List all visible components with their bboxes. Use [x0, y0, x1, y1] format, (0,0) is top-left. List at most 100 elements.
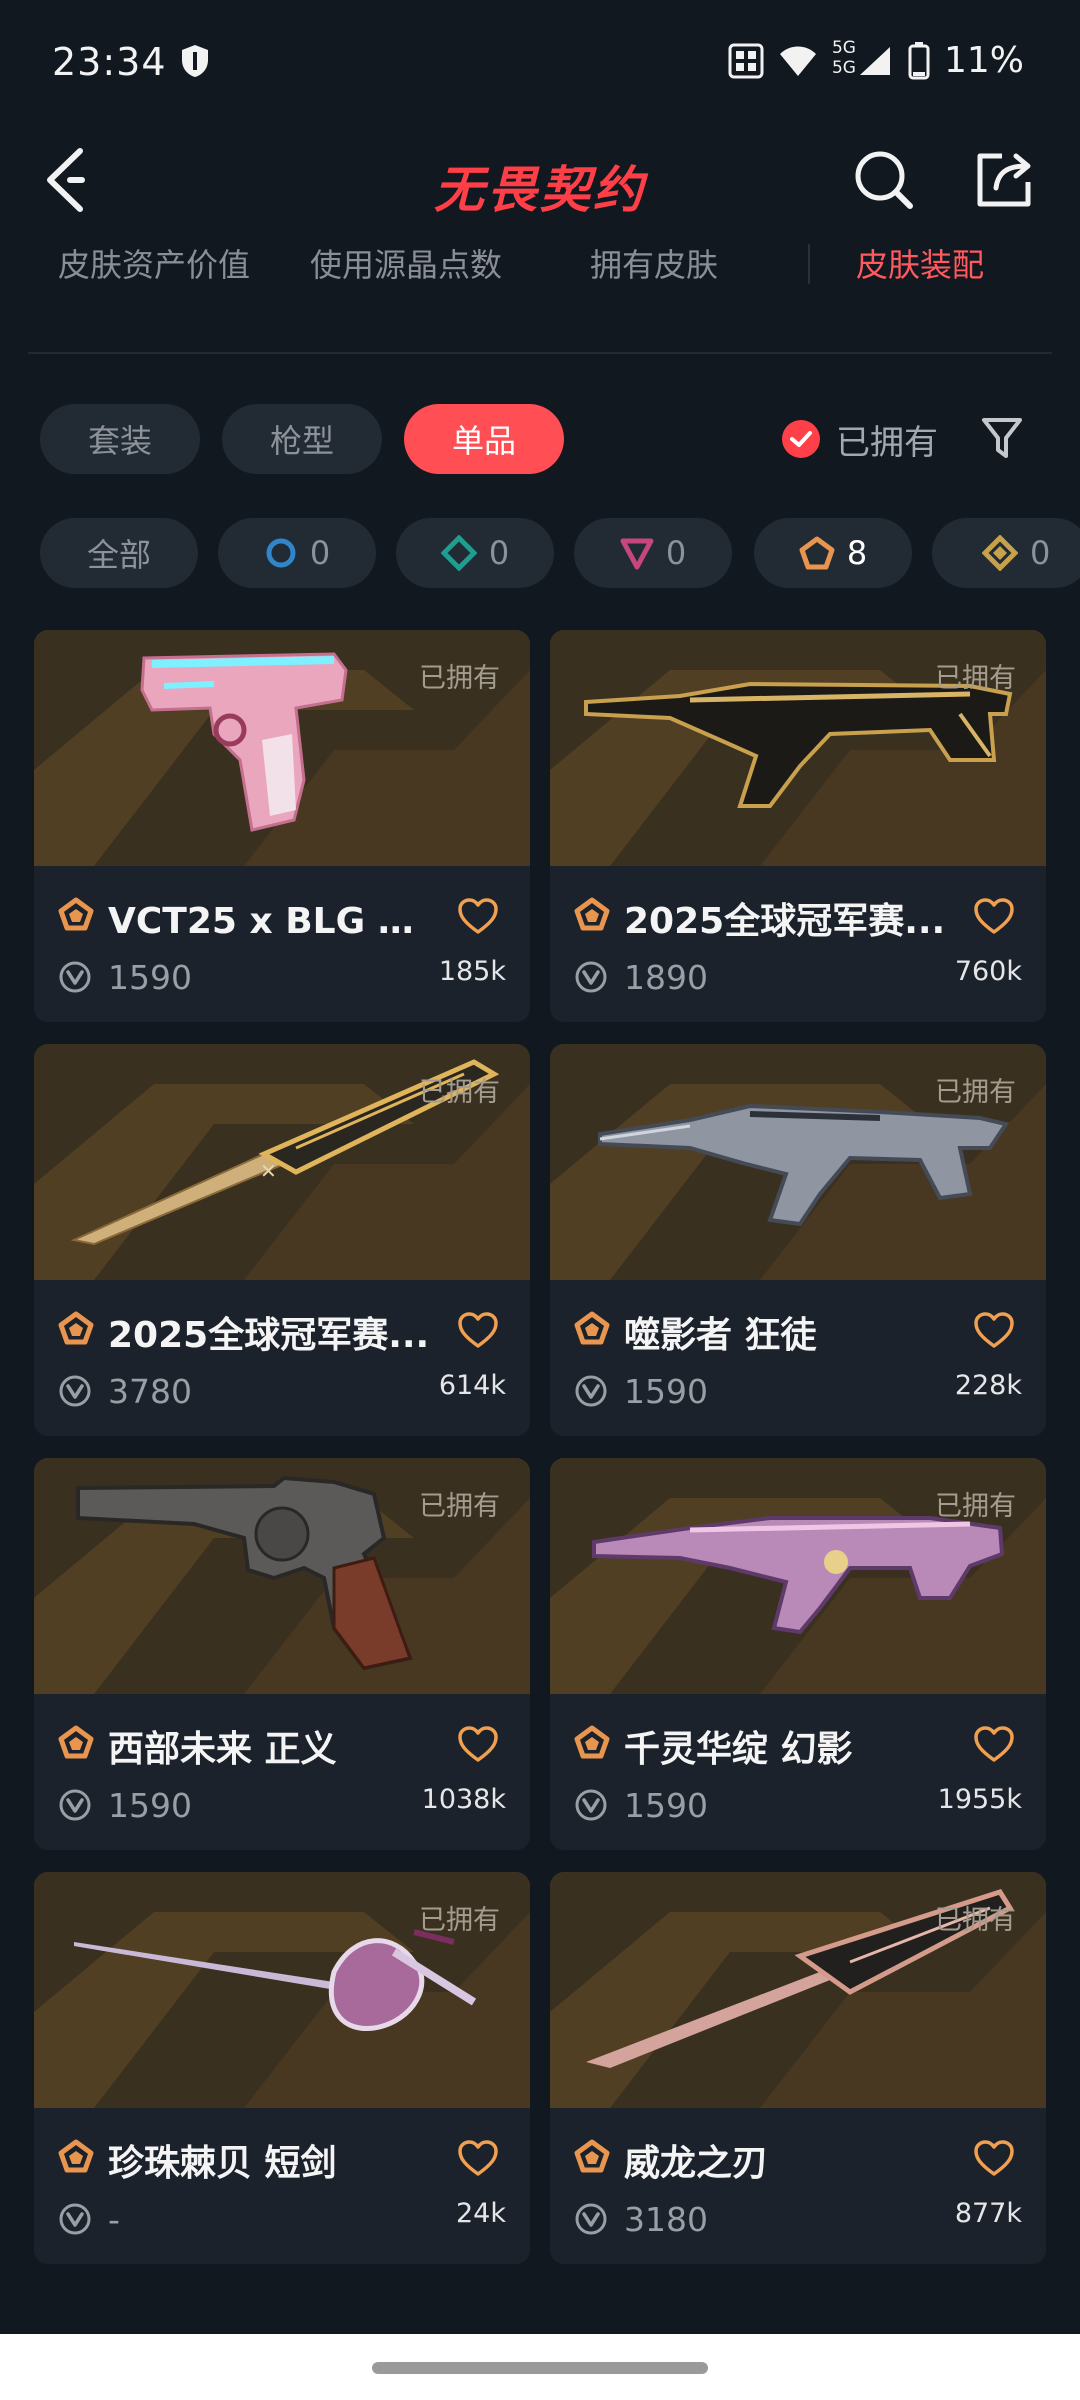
like-count: 877k: [954, 2198, 1022, 2229]
battery-percent: 11%: [943, 40, 1024, 81]
valorant-points-icon: [575, 1375, 607, 1407]
tab-asset-value[interactable]: 皮肤资产价值: [58, 240, 250, 286]
like-count: 185k: [438, 956, 506, 987]
heart-icon[interactable]: [458, 1726, 498, 1764]
skin-name: 千灵华绽 幻影: [624, 1729, 853, 1770]
share-icon[interactable]: [972, 148, 1036, 212]
skin-price: -: [108, 2200, 120, 2239]
skin-card[interactable]: 已拥有 千灵华绽 幻影 1590 1955k: [550, 1458, 1046, 1850]
valorant-points-icon: [575, 1789, 607, 1821]
skin-card[interactable]: 已拥有 珍珠棘贝 短剑 - 24k: [34, 1872, 530, 2264]
valorant-points-icon: [59, 1789, 91, 1821]
tier-exclusive[interactable]: 8: [754, 518, 912, 588]
tier-premium[interactable]: 0: [574, 518, 732, 588]
filter-icon[interactable]: [980, 414, 1024, 462]
exclusive-tier-icon: [58, 1725, 94, 1759]
skin-name: 珍珠棘贝 短剑: [108, 2143, 337, 2184]
skin-card[interactable]: 已拥有 威龙之刃 3180 877k: [550, 1872, 1046, 2264]
exclusive-tier-icon: [574, 2139, 610, 2173]
filter-single-item[interactable]: 单品: [404, 404, 564, 474]
home-indicator[interactable]: [372, 2362, 708, 2374]
premium-tier-icon: [620, 538, 654, 570]
owned-tag: 已拥有: [935, 663, 1016, 694]
status-time: 23:34: [52, 40, 167, 84]
heart-icon[interactable]: [458, 2140, 498, 2178]
tier-deluxe[interactable]: 0: [396, 518, 554, 588]
filter-weapon-type[interactable]: 枪型: [222, 404, 382, 474]
skin-info: 西部未来 正义 1590 1038k: [34, 1694, 530, 1850]
skin-image[interactable]: ✕ 已拥有: [34, 1044, 530, 1280]
tier-ultra[interactable]: 0: [932, 518, 1080, 588]
skin-name: VCT25 x BLG 标...: [108, 901, 448, 942]
check-icon[interactable]: [782, 420, 820, 458]
cellular-icon: 5G 5G: [832, 39, 894, 81]
like-count: 760k: [954, 956, 1022, 987]
skin-image[interactable]: 已拥有: [550, 1458, 1046, 1694]
skin-info: 威龙之刃 3180 877k: [550, 2108, 1046, 2264]
skin-image[interactable]: 已拥有: [550, 1872, 1046, 2108]
valorant-points-icon: [575, 961, 607, 993]
owned-tag: 已拥有: [419, 1905, 500, 1936]
owned-tag: 已拥有: [419, 1491, 500, 1522]
owned-tag: 已拥有: [419, 1077, 500, 1108]
search-icon[interactable]: [852, 148, 916, 212]
exclusive-tier-icon: [58, 1311, 94, 1345]
skin-image[interactable]: 已拥有: [34, 1872, 530, 2108]
owned-tag: 已拥有: [935, 1905, 1016, 1936]
heart-icon[interactable]: [458, 1312, 498, 1350]
skin-info: 千灵华绽 幻影 1590 1955k: [550, 1694, 1046, 1850]
like-count: 1038k: [421, 1784, 506, 1815]
tab-points-used[interactable]: 使用源晶点数: [310, 240, 502, 286]
skin-image[interactable]: 已拥有: [34, 1458, 530, 1694]
heart-icon[interactable]: [974, 1726, 1014, 1764]
tier-all[interactable]: 全部: [40, 518, 198, 588]
heart-icon[interactable]: [974, 2140, 1014, 2178]
skin-name: 2025全球冠军赛...: [108, 1315, 430, 1356]
heart-icon[interactable]: [974, 898, 1014, 936]
skin-price: 1590: [108, 958, 192, 997]
skin-price: 1590: [624, 1786, 708, 1825]
battery-icon: [908, 41, 930, 79]
skin-card[interactable]: 已拥有 噬影者 狂徒 1590 228k: [550, 1044, 1046, 1436]
skin-card[interactable]: ✕ 已拥有 2025全球冠军赛... 3780 614k: [34, 1044, 530, 1436]
skin-image[interactable]: 已拥有: [34, 630, 530, 866]
owned-toggle[interactable]: 已拥有: [782, 414, 938, 464]
filter-bundle[interactable]: 套装: [40, 404, 200, 474]
shield-icon: [182, 45, 208, 77]
skin-name: 噬影者 狂徒: [624, 1315, 817, 1356]
valorant-points-icon: [59, 1375, 91, 1407]
skin-info: 噬影者 狂徒 1590 228k: [550, 1280, 1046, 1436]
skin-image[interactable]: 已拥有: [550, 1044, 1046, 1280]
like-count: 228k: [954, 1370, 1022, 1401]
skin-name: 威龙之刃: [624, 2143, 769, 2184]
skin-image[interactable]: 已拥有: [550, 630, 1046, 866]
deluxe-tier-icon: [440, 535, 477, 571]
owned-tag: 已拥有: [419, 663, 500, 694]
header-divider: [28, 352, 1052, 354]
exclusive-tier-icon: [58, 2139, 94, 2173]
heart-icon[interactable]: [974, 1312, 1014, 1350]
valorant-points-icon: [59, 2203, 91, 2235]
select-tier-icon: [266, 538, 296, 568]
tab-separator: [808, 244, 810, 284]
heart-icon[interactable]: [458, 898, 498, 936]
tab-owned-skins[interactable]: 拥有皮肤: [590, 240, 718, 286]
valorant-points-icon: [59, 961, 91, 993]
exclusive-tier-icon: [799, 536, 835, 570]
owned-tag: 已拥有: [935, 1077, 1016, 1108]
svg-text:✕: ✕: [260, 1159, 277, 1183]
top-tabs: 皮肤资产价值 使用源晶点数 拥有皮肤 皮肤装配: [28, 240, 1052, 290]
exclusive-tier-icon: [574, 1311, 610, 1345]
tab-skin-loadout[interactable]: 皮肤装配: [856, 240, 984, 286]
skin-card[interactable]: 已拥有 西部未来 正义 1590 1038k: [34, 1458, 530, 1850]
skin-card[interactable]: 已拥有 2025全球冠军赛... 1890 760k: [550, 630, 1046, 1022]
skin-info: VCT25 x BLG 标... 1590 185k: [34, 866, 530, 1022]
wifi-icon: [779, 46, 816, 76]
tier-select[interactable]: 0: [218, 518, 376, 588]
exclusive-tier-icon: [574, 897, 610, 931]
skin-card[interactable]: 已拥有 VCT25 x BLG 标... 1590 185k: [34, 630, 530, 1022]
page-title: 无畏契约: [434, 161, 646, 219]
skin-name: 2025全球冠军赛...: [624, 901, 946, 942]
owned-tag: 已拥有: [935, 1491, 1016, 1522]
owned-label: 已拥有: [836, 422, 938, 463]
